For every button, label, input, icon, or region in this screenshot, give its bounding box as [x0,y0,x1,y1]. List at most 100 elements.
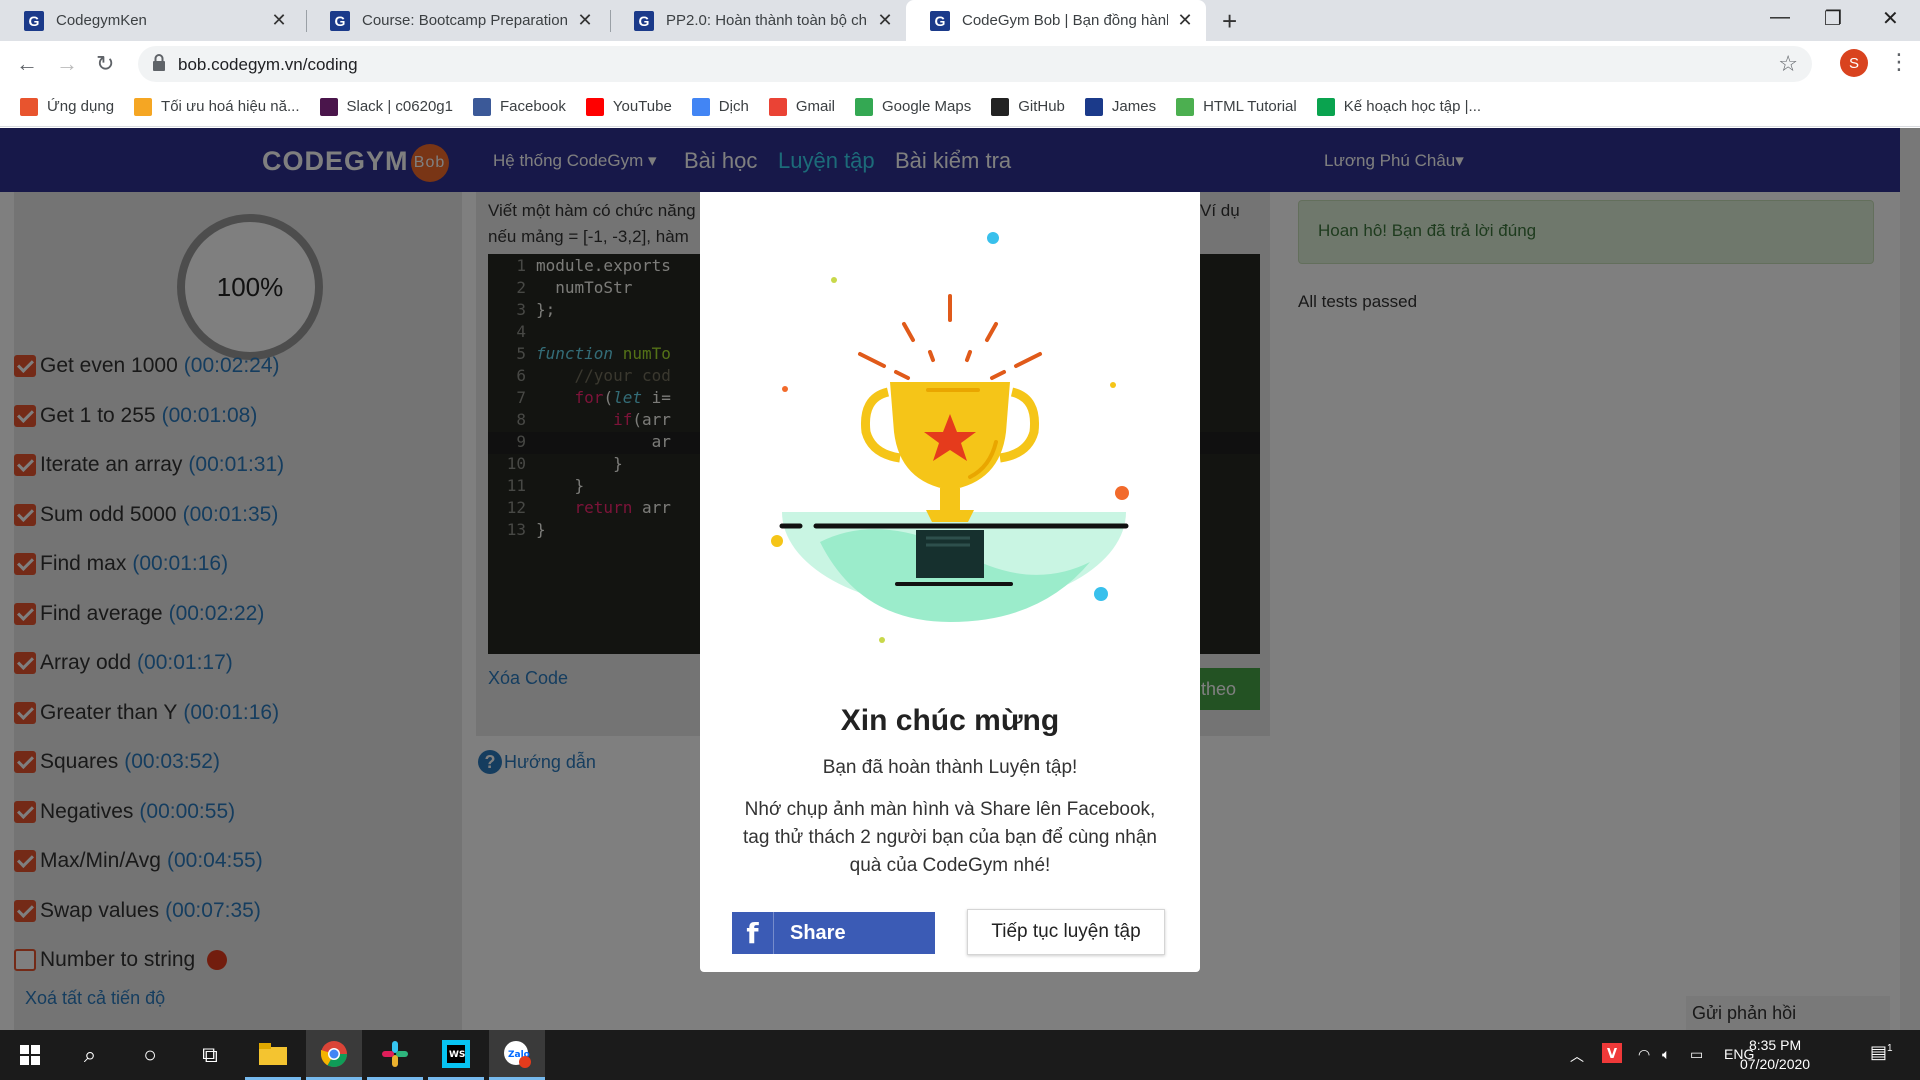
bookmark-label: Ứng dụng [47,98,115,115]
chrome-icon[interactable] [306,1030,362,1080]
bookmark-label: GitHub [1018,98,1065,115]
codegym-favicon-icon: G [634,10,654,31]
bookmarks-bar: Ứng dụng Tối ưu hoá hiệu nă... Slack | c06… [0,87,1920,127]
codegym-favicon-icon: G [330,10,350,31]
clock-time: 8:35 PM [1748,1037,1802,1053]
bookmark-item[interactable]: Google Maps [854,97,972,116]
smiley-icon [134,97,153,116]
youtube-icon [585,97,604,116]
cortana-icon[interactable]: ○ [122,1030,178,1080]
windows-taskbar: ⌕ ○ ⧉ WS Zalo ︿ V ◠ 🔈︎ ▭ ENG 8:35 PM 07/… [0,1030,1920,1080]
apps-grid-icon [20,97,38,116]
bookmark-item[interactable]: Gmail [768,97,835,116]
bookmark-item[interactable]: Dịch [691,97,749,116]
vivaldi-tray-icon[interactable]: V [1602,1043,1622,1066]
maps-pin-icon [854,97,873,116]
facebook-icon [472,97,491,116]
notification-icon[interactable]: ▤1 [1870,1042,1893,1063]
volume-icon[interactable]: 🔈︎ [1662,1046,1670,1063]
address-bar[interactable]: bob.codegym.vn/coding ☆ [138,46,1812,82]
new-tab-button[interactable]: + [1222,6,1237,37]
bookmark-label: Google Maps [881,98,972,115]
congratulations-modal: Xin chúc mừng Bạn đã hoàn thành Luyện tậ… [700,192,1200,972]
webstorm-icon[interactable]: WS [428,1030,484,1080]
close-window-icon[interactable]: ✕ [1882,6,1899,31]
bookmark-label: Gmail [795,98,835,115]
bookmark-item[interactable]: Tối ưu hoá hiệu nă... [134,97,300,116]
clock[interactable]: 8:35 PM 07/20/2020 [1740,1036,1810,1074]
bookmark-label: HTML Tutorial [1203,98,1297,115]
bookmark-item[interactable]: Kế hoạch học tập |... [1316,97,1482,116]
github-icon [991,97,1010,116]
codegym-favicon-icon: G [930,10,950,31]
bookmark-label: Dịch [718,98,749,115]
windows-start-icon[interactable] [2,1030,58,1080]
back-arrow-icon[interactable]: ← [16,51,38,77]
continue-practice-button[interactable]: Tiếp tục luyện tập [967,909,1165,955]
modal-subtitle: Bạn đã hoàn thành Luyện tập! [822,757,1078,778]
restore-icon[interactable]: ❐ [1824,6,1842,31]
bookmark-star-icon[interactable]: ☆ [1778,51,1798,77]
browser-tab-strip: G CodegymKen ✕ G Course: Bootcamp Prepar… [0,0,1920,41]
clock-date: 07/20/2020 [1740,1056,1811,1072]
svg-text:WS: WS [449,1050,465,1060]
notification-count: 1 [1887,1043,1893,1054]
share-label: Share [790,921,846,944]
close-tab-icon[interactable]: ✕ [270,10,288,31]
tab-title: CodeGym Bob | Bạn đồng hành c... [962,12,1168,29]
bookmark-label: James [1111,98,1157,115]
task-view-icon[interactable]: ⧉ [182,1030,238,1080]
bookmark-label: YouTube [612,98,672,115]
codegym-icon [1084,97,1103,116]
file-explorer-icon[interactable] [245,1030,301,1080]
tab-title: PP2.0: Hoàn thành toàn bộ chươ... [666,12,868,29]
bookmark-label: Facebook [499,98,566,115]
bookmark-item[interactable]: YouTube [585,97,672,116]
bookmark-item[interactable]: James [1084,97,1157,116]
url-text: bob.codegym.vn/coding [178,55,358,74]
browser-tab-1[interactable]: G CodegymKen ✕ [0,0,300,41]
browser-tab-3[interactable]: G PP2.0: Hoàn thành toàn bộ chươ... ✕ [610,0,906,41]
minimize-icon[interactable]: — [1770,6,1790,29]
bookmark-item[interactable]: Facebook [472,97,566,116]
lock-icon [153,54,165,71]
browser-tab-4-active[interactable]: G CodeGym Bob | Bạn đồng hành c... ✕ [906,0,1206,41]
browser-menu-icon[interactable]: ⋮ [1888,49,1910,75]
wifi-icon[interactable]: ◠ [1638,1046,1650,1063]
profile-avatar[interactable]: S [1840,49,1868,77]
svg-text:V: V [1607,1047,1617,1062]
browser-toolbar: ← → ↻ bob.codegym.vn/coding ☆ S ⋮ [0,41,1920,87]
bookmark-item[interactable]: GitHub [991,97,1065,116]
browser-tab-2[interactable]: G Course: Bootcamp Preparation 2... ✕ [306,0,606,41]
trophy-illustration [771,232,1129,643]
bookmark-item[interactable]: Ứng dụng [20,97,115,116]
forward-arrow-icon[interactable]: → [56,51,78,77]
codegym-favicon-icon: G [24,10,44,31]
bookmark-item[interactable]: HTML Tutorial [1176,97,1297,116]
modal-body: Nhớ chụp ảnh màn hình và Share lên Faceb… [743,799,1157,876]
close-tab-icon[interactable]: ✕ [876,10,894,31]
search-icon[interactable]: ⌕ [62,1030,118,1080]
bookmark-label: Tối ưu hoá hiệu nă... [161,98,300,115]
close-tab-icon[interactable]: ✕ [576,10,594,31]
facebook-icon: f [732,912,774,954]
modal-title: Xin chúc mừng [840,704,1060,737]
gmail-icon [768,97,787,116]
bookmark-label: Slack | c0620g1 [346,98,453,115]
reload-icon[interactable]: ↻ [96,51,114,77]
slack-icon[interactable] [367,1030,423,1080]
battery-icon[interactable]: ▭ [1690,1046,1703,1063]
bookmark-label: Kế hoạch học tập |... [1343,98,1482,115]
close-tab-icon[interactable]: ✕ [1176,10,1194,31]
page-content: CODEGYMBob Hệ thống CodeGym ▾ Bài học Lu… [0,128,1920,1030]
bookmark-item[interactable]: Slack | c0620g1 [319,97,453,116]
slack-icon [319,97,338,116]
tray-arrow-icon[interactable]: ︿ [1570,1046,1584,1066]
trello-icon [1316,97,1335,116]
zalo-icon[interactable]: Zalo [489,1030,545,1080]
tab-title: Course: Bootcamp Preparation 2... [362,12,568,29]
w3schools-icon [1176,97,1195,116]
google-icon [691,97,710,116]
facebook-share-button[interactable]: f Share [732,912,935,954]
tab-title: CodegymKen [56,12,147,29]
